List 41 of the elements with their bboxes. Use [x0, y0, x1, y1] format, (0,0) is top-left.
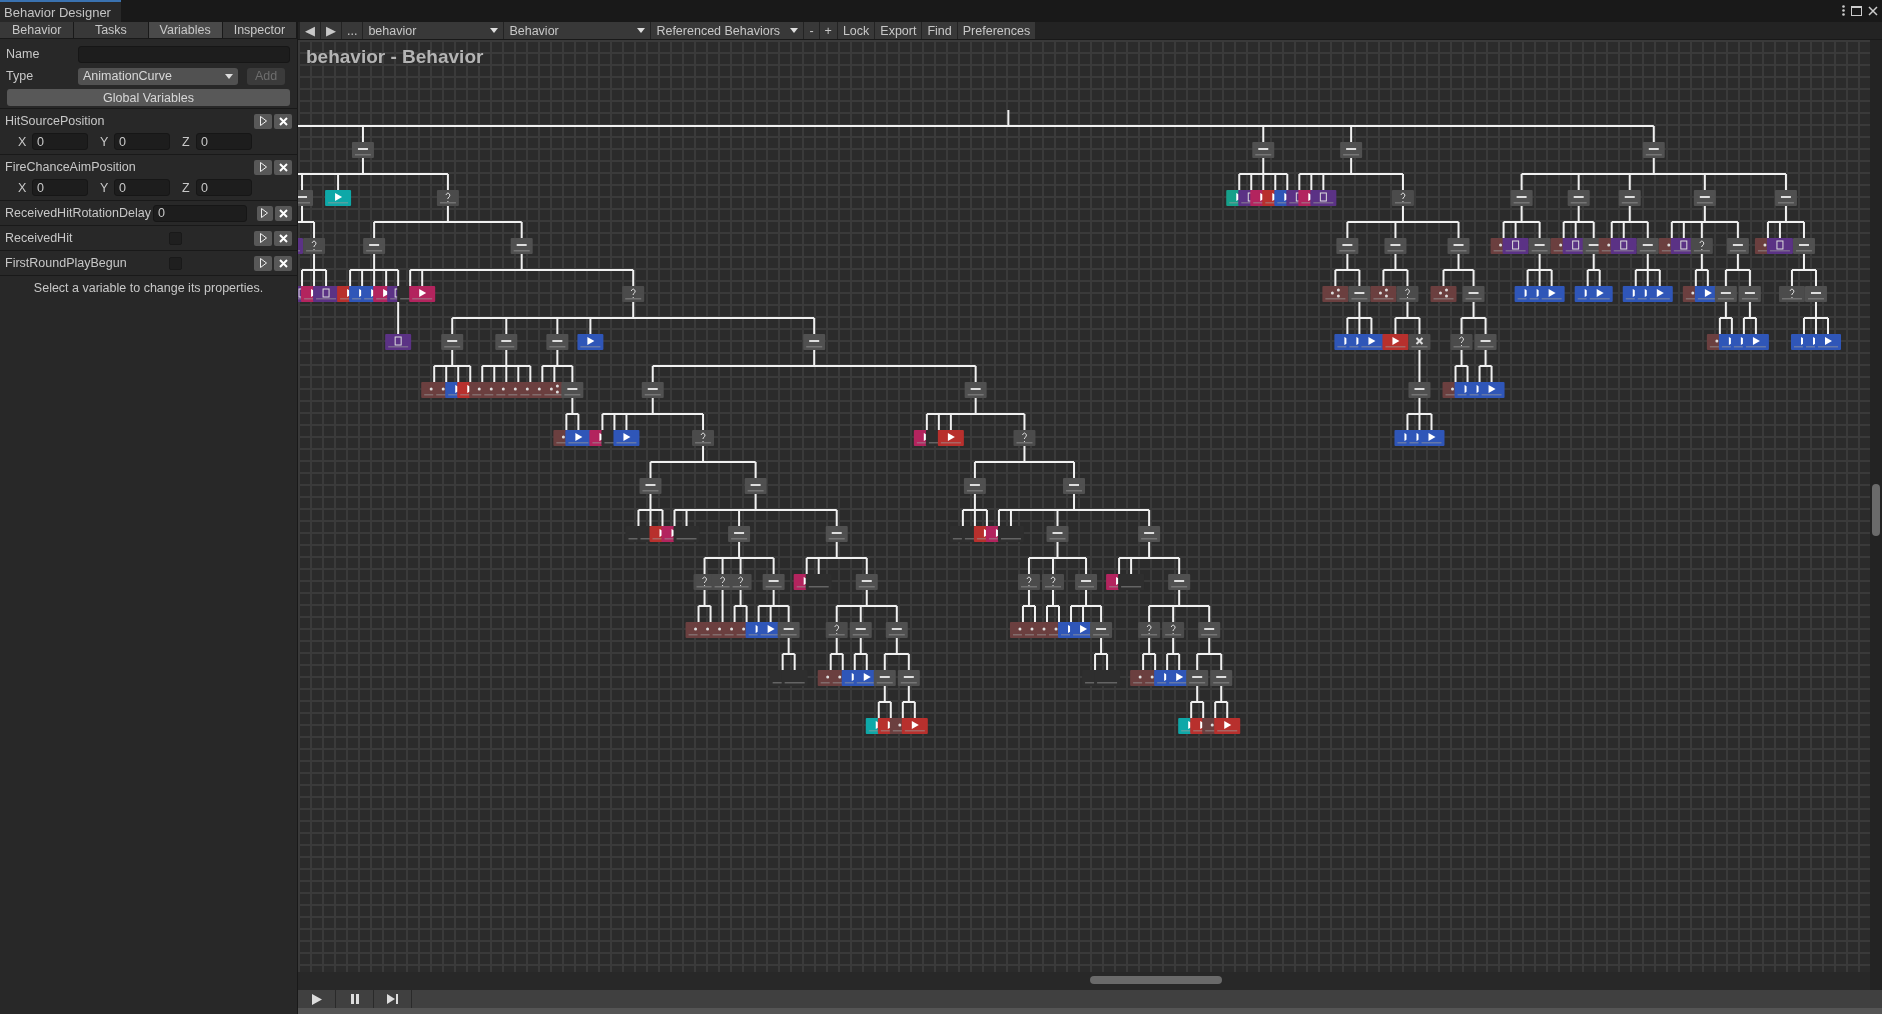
panel-tab[interactable]: Behavior	[0, 22, 75, 39]
type-label: Type	[6, 69, 35, 83]
back-button[interactable]: ◀	[300, 22, 320, 39]
behavior-dropdown[interactable]: behavior	[363, 22, 504, 39]
axis-label: Z	[182, 134, 191, 149]
axis-label: Y	[100, 180, 110, 195]
panel-tab[interactable]: Variables	[148, 22, 223, 39]
value-field[interactable]: 0	[32, 133, 88, 150]
variable-name: FireChanceAimPosition	[5, 160, 137, 174]
toolbar-button[interactable]: -	[804, 22, 819, 39]
axis-label: Y	[100, 134, 110, 149]
name-label: Name	[6, 47, 41, 61]
value-field[interactable]: 0	[196, 133, 252, 150]
graph-title: behavior - Behavior	[306, 46, 484, 68]
toolbar-button[interactable]: Preferences	[957, 22, 1036, 39]
variable-name: FirstRoundPlayBegun	[5, 256, 128, 270]
value-field[interactable]: 0	[114, 133, 170, 150]
referenced-behaviors-dropdown[interactable]: Referenced Behaviors	[651, 22, 804, 39]
global-variables-button[interactable]: Global Variables	[7, 89, 290, 106]
toolbar-button[interactable]: Export	[875, 22, 922, 39]
variable-name: ReceivedHit	[5, 231, 74, 245]
panel-tab[interactable]: Tasks	[74, 22, 149, 39]
window-title: Behavior Designer	[0, 0, 121, 22]
toolbar-button[interactable]: Lock	[837, 22, 875, 39]
axis-label: X	[18, 134, 28, 149]
toolbar-button[interactable]: +	[819, 22, 837, 39]
value-field[interactable]: 0	[114, 179, 170, 196]
hint-text: Select a variable to change its properties.	[0, 275, 297, 300]
value-field[interactable]: 0	[32, 179, 88, 196]
value-field[interactable]: 0	[196, 179, 252, 196]
more-button[interactable]: ...	[342, 22, 363, 39]
tree-dropdown[interactable]: Behavior	[504, 22, 651, 39]
value-field[interactable]: 0	[152, 204, 247, 222]
variable-name: HitSourcePosition	[5, 114, 106, 128]
variable-name: ReceivedHitRotationDelay	[5, 206, 151, 220]
axis-label: X	[18, 180, 28, 195]
axis-label: Z	[182, 180, 191, 195]
type-dropdown[interactable]: AnimationCurve	[78, 67, 238, 85]
panel-tab[interactable]: Inspector	[222, 22, 297, 39]
forward-button[interactable]: ▶	[321, 22, 341, 39]
toolbar-button[interactable]: Find	[922, 22, 957, 39]
